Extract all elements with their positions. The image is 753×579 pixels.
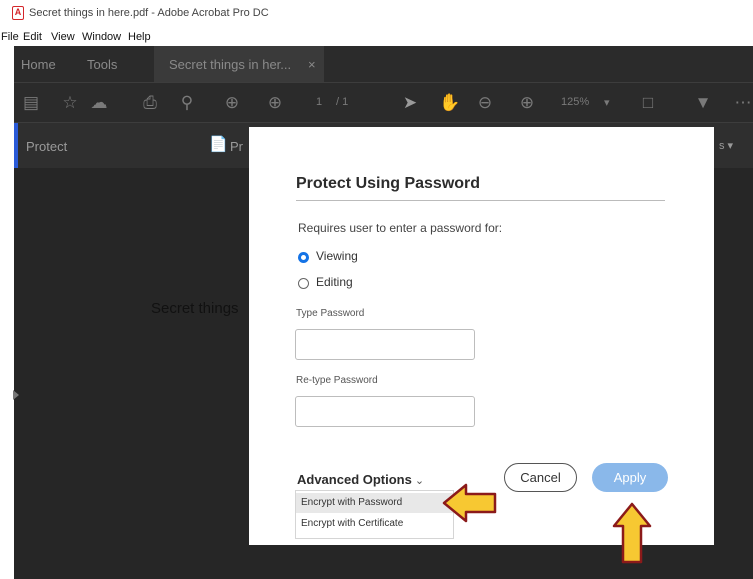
menu-window[interactable]: Window bbox=[82, 31, 121, 43]
tab-close-icon[interactable]: × bbox=[308, 57, 316, 72]
menu-edit[interactable]: Edit bbox=[23, 31, 42, 43]
dialog-divider bbox=[296, 200, 665, 201]
zoom-dropdown-chevron-icon[interactable]: ▾ bbox=[604, 96, 610, 109]
select-cursor-icon[interactable]: ➤ bbox=[399, 92, 421, 114]
page-down-icon[interactable]: ⊕ bbox=[264, 92, 286, 114]
zoom-out-icon[interactable]: ⊖ bbox=[474, 92, 496, 114]
bookmark-star-icon[interactable]: ☆ bbox=[59, 92, 81, 114]
retype-password-label: Re-type Password bbox=[296, 375, 378, 386]
save-icon[interactable]: ▤ bbox=[20, 92, 42, 114]
cancel-button[interactable]: Cancel bbox=[504, 463, 577, 492]
page-total: / 1 bbox=[336, 96, 349, 108]
advanced-options-toggle[interactable]: Advanced Options ⌄ bbox=[297, 472, 424, 487]
menu-help[interactable]: Help bbox=[128, 31, 151, 43]
chevron-down-icon: ⌄ bbox=[414, 475, 425, 487]
tab-document-label: Secret things in her... bbox=[169, 57, 292, 72]
left-pointing-arrow-annotation bbox=[442, 483, 497, 523]
left-panel-toggle-icon[interactable] bbox=[13, 390, 19, 400]
print-icon[interactable]: ⎙ bbox=[139, 92, 161, 114]
pdf-file-icon: A bbox=[12, 6, 24, 20]
menu-item-encrypt-password[interactable]: Encrypt with Password bbox=[296, 493, 453, 513]
tab-tools[interactable]: Tools bbox=[87, 57, 117, 72]
main-toolbar: ▤ ☆ ☁ ⎙ ⚲ ⊕ ⊕ 1 / 1 ➤ ✋ ⊖ ⊕ 125% ▾ □ ▼ ⋯ bbox=[14, 82, 753, 123]
fit-page-icon[interactable]: □ bbox=[637, 92, 659, 114]
type-password-input[interactable] bbox=[295, 329, 475, 360]
advanced-options-label: Advanced Options bbox=[297, 472, 412, 487]
protect-more-options[interactable]: s ▾ bbox=[719, 139, 733, 152]
protect-tool-partial-label[interactable]: Pr bbox=[230, 139, 243, 154]
dialog-title: Protect Using Password bbox=[296, 175, 481, 192]
protect-document-icon[interactable]: 📄 bbox=[209, 135, 228, 153]
tab-bar: Home Tools Secret things in her... × bbox=[14, 46, 753, 82]
hand-tool-icon[interactable]: ✋ bbox=[439, 92, 461, 114]
retype-password-input[interactable] bbox=[295, 396, 475, 427]
radio-viewing-label[interactable]: Viewing bbox=[316, 249, 358, 263]
radio-viewing[interactable] bbox=[298, 252, 309, 263]
menu-bar: File Edit View Window Help bbox=[0, 28, 753, 46]
tab-home[interactable]: Home bbox=[21, 57, 56, 72]
type-password-label: Type Password bbox=[296, 308, 365, 319]
protect-accent-bar bbox=[14, 123, 18, 169]
tab-document[interactable]: Secret things in her... × bbox=[154, 46, 324, 82]
document-text: Secret things bbox=[151, 300, 239, 317]
scroll-mode-icon[interactable]: ▼ bbox=[692, 92, 714, 114]
zoom-in-icon[interactable]: ⊕ bbox=[516, 92, 538, 114]
search-zoom-icon[interactable]: ⚲ bbox=[176, 92, 198, 114]
protect-label: Protect bbox=[26, 139, 68, 154]
apply-button[interactable]: Apply bbox=[592, 463, 668, 492]
menu-file[interactable]: File bbox=[1, 31, 19, 43]
window-title: Secret things in here.pdf - Adobe Acroba… bbox=[29, 7, 269, 19]
menu-item-encrypt-certificate[interactable]: Encrypt with Certificate bbox=[296, 514, 453, 534]
advanced-options-menu: Encrypt with Password Encrypt with Certi… bbox=[295, 490, 454, 539]
window-titlebar: A Secret things in here.pdf - Adobe Acro… bbox=[0, 0, 753, 28]
page-up-icon[interactable]: ⊕ bbox=[221, 92, 243, 114]
radio-editing-label[interactable]: Editing bbox=[316, 275, 353, 289]
cloud-upload-icon[interactable]: ☁ bbox=[88, 92, 110, 114]
zoom-level[interactable]: 125% bbox=[561, 96, 589, 108]
menu-view[interactable]: View bbox=[51, 31, 75, 43]
page-current[interactable]: 1 bbox=[316, 96, 322, 108]
more-tools-icon[interactable]: ⋯ bbox=[732, 92, 753, 114]
dialog-subtitle: Requires user to enter a password for: bbox=[298, 221, 503, 235]
up-pointing-arrow-annotation bbox=[612, 502, 652, 564]
radio-editing[interactable] bbox=[298, 278, 309, 289]
